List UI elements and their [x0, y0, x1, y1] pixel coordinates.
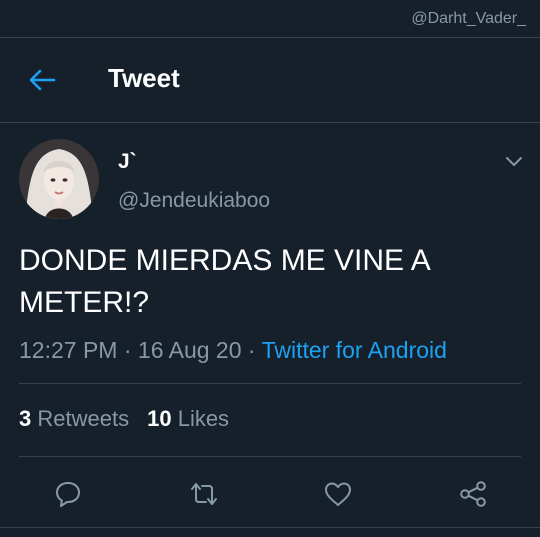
retweets-count: 3	[19, 406, 32, 431]
meta-separator: ·	[123, 337, 132, 363]
tweet-meta: 12:27 PM · 16 Aug 20 · Twitter for Andro…	[19, 337, 447, 364]
divider	[19, 383, 521, 384]
meta-separator: ·	[247, 337, 256, 363]
chevron-down-icon	[506, 157, 522, 166]
display-name[interactable]: J`	[118, 150, 137, 174]
like-icon	[325, 482, 351, 506]
tweet-detail-screen: @Darht_Vader_ Tweet J` @Jendeukiaboo DON…	[0, 0, 540, 537]
tweet-stats: 3 Retweets 10 Likes	[19, 406, 229, 432]
tweet-menu-button[interactable]	[502, 150, 526, 174]
likes-stat[interactable]: 10 Likes	[147, 406, 229, 431]
reply-icon	[56, 482, 80, 507]
app-header: Tweet	[0, 38, 540, 122]
back-button[interactable]	[22, 64, 62, 96]
retweet-button[interactable]	[186, 476, 222, 512]
retweet-icon	[191, 483, 217, 505]
tweet-time: 12:27 PM	[19, 337, 118, 363]
reply-button[interactable]	[50, 476, 86, 512]
avatar-image	[19, 139, 99, 219]
tweet-text: DONDE MIERDAS ME VINE A METER!?	[19, 244, 430, 319]
page-title: Tweet	[108, 63, 180, 93]
arrow-left-icon	[29, 69, 56, 91]
likes-count: 10	[147, 406, 172, 431]
tweet-source-link[interactable]: Twitter for Android	[262, 337, 447, 363]
tweet-actions	[0, 472, 540, 512]
avatar[interactable]	[19, 139, 99, 219]
likes-label: Likes	[177, 406, 230, 431]
like-button[interactable]	[320, 476, 356, 512]
retweets-label: Retweets	[37, 406, 130, 431]
retweets-stat[interactable]: 3 Retweets	[19, 406, 129, 431]
watermark: @Darht_Vader_	[411, 10, 526, 27]
divider	[0, 122, 540, 123]
username[interactable]: @Jendeukiaboo	[118, 189, 270, 213]
tweet-date: 16 Aug 20	[137, 337, 242, 363]
share-icon	[460, 481, 486, 507]
share-button[interactable]	[455, 476, 491, 512]
divider	[0, 527, 540, 528]
divider	[19, 456, 521, 457]
